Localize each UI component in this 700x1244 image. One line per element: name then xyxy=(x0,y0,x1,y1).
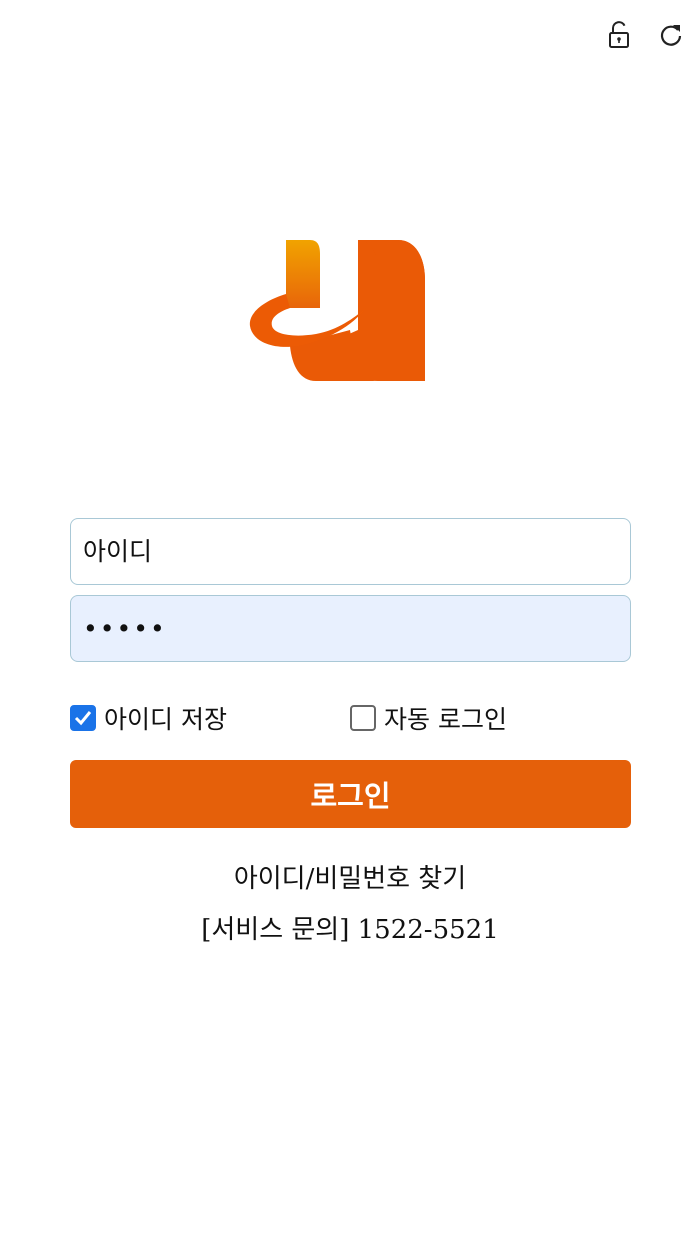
login-form: 아이디 저장 자동 로그인 로그인 xyxy=(70,518,631,828)
top-toolbar xyxy=(606,20,684,50)
login-options: 아이디 저장 자동 로그인 xyxy=(70,690,631,750)
brand-logo xyxy=(248,238,430,384)
save-id-checkbox[interactable] xyxy=(70,705,96,731)
service-inquiry-text: [서비스 문의] 1522-5521 xyxy=(201,915,499,945)
save-id-label: 아이디 저장 xyxy=(104,705,227,734)
username-input[interactable] xyxy=(70,518,631,585)
auto-login-checkbox[interactable] xyxy=(350,705,376,731)
password-input[interactable] xyxy=(70,595,631,662)
login-button[interactable]: 로그인 xyxy=(70,760,631,828)
unlock-icon[interactable] xyxy=(606,20,632,50)
find-account-link[interactable]: 아이디/비밀번호 찾기 xyxy=(234,858,466,895)
footer-links: 아이디/비밀번호 찾기 [서비스 문의] 1522-5521 xyxy=(0,858,700,946)
save-id-option[interactable]: 아이디 저장 xyxy=(70,700,227,736)
check-icon xyxy=(74,711,92,726)
refresh-icon[interactable] xyxy=(658,20,684,50)
auto-login-label: 자동 로그인 xyxy=(384,705,507,734)
login-page: 아이디 저장 자동 로그인 로그인 아이디/비밀번호 찾기 [서비스 문의] 1… xyxy=(0,0,700,1244)
auto-login-option[interactable]: 자동 로그인 xyxy=(350,700,507,736)
